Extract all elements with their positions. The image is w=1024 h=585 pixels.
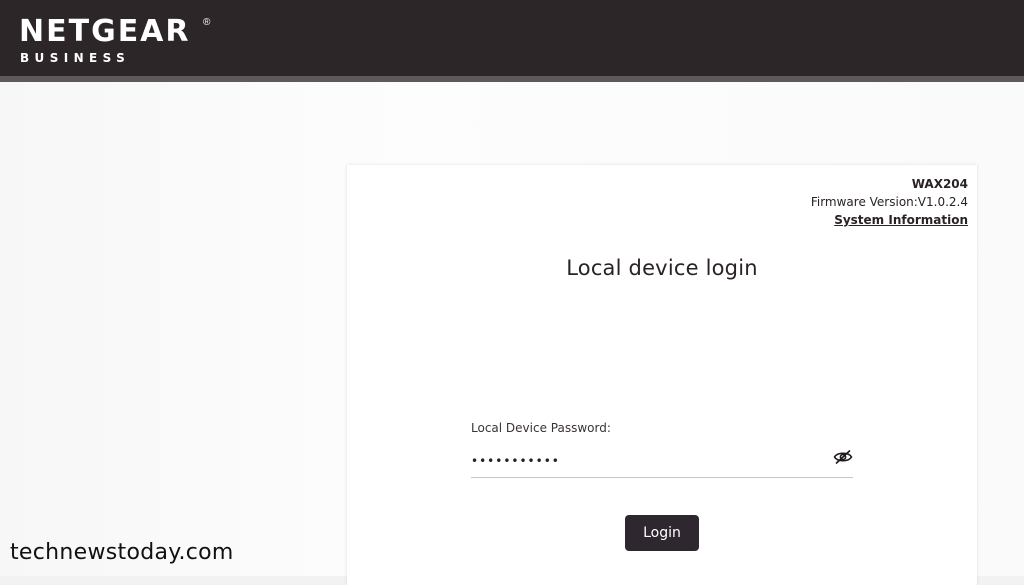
watermark: technewstoday.com: [10, 540, 234, 565]
password-field: [471, 447, 853, 478]
device-info: WAX204 Firmware Version:V1.0.2.4 System …: [811, 175, 968, 229]
system-information-link[interactable]: System Information: [834, 213, 968, 227]
top-header-bar: NETGEAR ® BUSINESS: [0, 0, 1024, 76]
password-label: Local Device Password:: [471, 421, 611, 435]
page-title: Local device login: [566, 256, 758, 280]
login-card: WAX204 Firmware Version:V1.0.2.4 System …: [347, 165, 977, 585]
login-button[interactable]: Login: [625, 515, 699, 551]
brand-name: NETGEAR: [19, 14, 191, 49]
password-input[interactable]: [471, 447, 811, 475]
registered-mark: ®: [203, 17, 211, 28]
device-model: WAX204: [911, 177, 968, 191]
eye-hidden-icon[interactable]: [833, 449, 853, 465]
brand-subtitle: BUSINESS: [20, 51, 131, 65]
firmware-version: Firmware Version:V1.0.2.4: [810, 195, 968, 209]
netgear-business-logo[interactable]: NETGEAR ® BUSINESS: [19, 14, 210, 65]
